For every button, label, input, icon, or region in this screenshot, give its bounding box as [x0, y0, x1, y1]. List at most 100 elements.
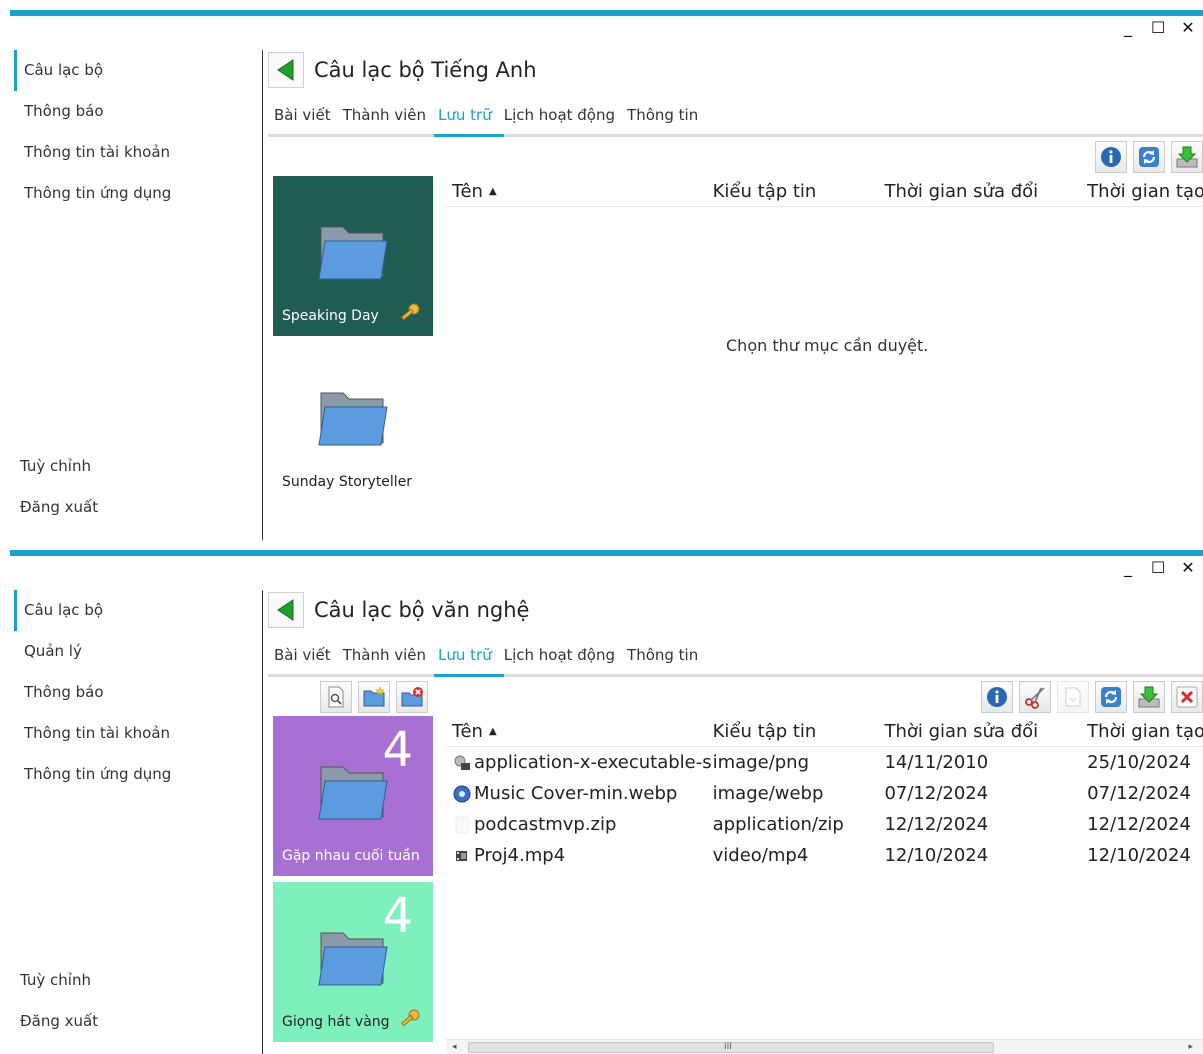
download-button[interactable]	[1133, 681, 1165, 713]
folder-icon	[318, 392, 388, 446]
sidebar: Câu lạc bộ Quản lý Thông báo Thông tin t…	[14, 590, 263, 1054]
page-title: Câu lạc bộ Tiếng Anh	[314, 58, 537, 82]
column-created-header[interactable]: Thời gian tạo	[1087, 721, 1203, 742]
sidebar-item-notifications[interactable]: Thông báo	[14, 672, 262, 713]
tab-schedule[interactable]: Lịch hoạt động	[504, 646, 615, 674]
file-created: 12/10/2024	[1087, 845, 1191, 866]
sidebar-item-manage[interactable]: Quản lý	[14, 631, 262, 672]
close-button[interactable]: ✕	[1181, 18, 1195, 37]
file-modified: 07/12/2024	[884, 783, 989, 804]
scroll-left-arrow[interactable]: ◂	[452, 1040, 457, 1054]
folder-tile[interactable]: 4 Giọng hát vàng	[273, 882, 433, 1042]
file-list-header: Tên ▲ Kiểu tập tin Thời gian sửa đổi Thời…	[446, 716, 1203, 747]
folder-icon	[318, 766, 388, 820]
maximize-button[interactable]: ☐	[1151, 558, 1165, 577]
storage-toolbar	[268, 137, 1203, 177]
file-row[interactable]: application-x-executable-s... image/png …	[446, 747, 1203, 778]
sidebar-item-notifications[interactable]: Thông báo	[14, 91, 262, 132]
tab-storage[interactable]: Lưu trữ	[434, 106, 504, 137]
info-button[interactable]	[1095, 141, 1127, 173]
file-name: podcastmvp.zip	[474, 814, 617, 835]
window-controls: _ ☐ ✕	[1121, 18, 1195, 37]
tab-posts[interactable]: Bài viết	[274, 106, 331, 134]
file-type: image/webp	[712, 783, 824, 804]
video-icon	[456, 850, 467, 861]
file-modified: 12/12/2024	[884, 814, 989, 835]
delete-button[interactable]	[1171, 681, 1203, 713]
tab-members[interactable]: Thành viên	[343, 646, 426, 674]
column-modified-header[interactable]: Thời gian sửa đổi	[884, 181, 1087, 202]
sidebar-item-settings[interactable]: Tuỳ chỉnh	[18, 446, 98, 487]
folder-name: Speaking Day	[282, 308, 379, 324]
file-created: 25/10/2024	[1087, 752, 1191, 773]
minimize-button[interactable]: _	[1121, 18, 1135, 37]
folder-tile[interactable]: Sunday Storyteller	[273, 342, 433, 502]
column-name-header[interactable]: Tên ▲	[446, 721, 713, 742]
executable-icon	[454, 755, 470, 770]
folder-list: Speaking Day Sunday Storyteller	[273, 176, 433, 508]
refresh-icon	[1101, 687, 1121, 707]
tab-posts[interactable]: Bài viết	[274, 646, 331, 674]
paste-button[interactable]	[1057, 681, 1089, 713]
maximize-button[interactable]: ☐	[1151, 18, 1165, 37]
sidebar-item-clubs[interactable]: Câu lạc bộ	[14, 50, 262, 91]
sidebar-item-account-info[interactable]: Thông tin tài khoản	[14, 713, 262, 754]
sidebar-item-account-info[interactable]: Thông tin tài khoản	[14, 132, 262, 173]
window-club-english: _ ☐ ✕ Câu lạc bộ Thông báo Thông tin tài…	[0, 0, 1203, 540]
scroll-right-arrow[interactable]: ▸	[1188, 1040, 1193, 1054]
refresh-button[interactable]	[1095, 681, 1127, 713]
scrollbar-grip: III	[724, 1042, 732, 1052]
window-controls: _ ☐ ✕	[1121, 558, 1195, 577]
main-panel: Câu lạc bộ văn nghệ Bài viết Thành viên …	[268, 588, 1203, 1054]
page-title: Câu lạc bộ văn nghệ	[314, 598, 530, 622]
sidebar-item-app-info[interactable]: Thông tin ứng dụng	[14, 173, 262, 214]
sidebar-item-logout[interactable]: Đăng xuất	[18, 487, 98, 528]
column-created-header[interactable]: Thời gian tạo	[1087, 181, 1203, 202]
minimize-button[interactable]: _	[1121, 558, 1135, 577]
file-row[interactable]: podcastmvp.zip application/zip 12/12/202…	[446, 809, 1203, 840]
file-row[interactable]: Proj4.mp4 video/mp4 12/10/2024 12/10/202…	[446, 840, 1203, 871]
folder-icon	[318, 932, 388, 986]
download-button[interactable]	[1171, 141, 1203, 173]
file-modified: 14/11/2010	[884, 752, 989, 773]
close-button[interactable]: ✕	[1181, 558, 1195, 577]
refresh-button[interactable]	[1133, 141, 1165, 173]
cut-button[interactable]	[1019, 681, 1051, 713]
folder-tile[interactable]: Speaking Day	[273, 176, 433, 336]
zip-icon	[455, 816, 469, 833]
tab-members[interactable]: Thành viên	[343, 106, 426, 134]
file-list: Tên ▲ Kiểu tập tin Thời gian sửa đổi Thời…	[446, 716, 1203, 1054]
column-type-header[interactable]: Kiểu tập tin	[713, 721, 885, 742]
tab-storage[interactable]: Lưu trữ	[434, 646, 504, 677]
sidebar-bottom: Tuỳ chỉnh Đăng xuất	[18, 960, 98, 1042]
folder-name: Giọng hát vàng	[282, 1014, 390, 1030]
document-search-icon	[328, 686, 344, 708]
key-icon	[401, 1009, 420, 1027]
back-button[interactable]	[268, 592, 304, 628]
sidebar-item-logout[interactable]: Đăng xuất	[18, 1001, 98, 1042]
column-name-header[interactable]: Tên ▲	[446, 181, 713, 202]
tab-schedule[interactable]: Lịch hoạt động	[504, 106, 615, 134]
folder-tile[interactable]: 4 Gặp nhau cuối tuần	[273, 716, 433, 876]
back-button[interactable]	[268, 52, 304, 88]
file-created: 07/12/2024	[1087, 783, 1191, 804]
sidebar-item-clubs[interactable]: Câu lạc bộ	[14, 590, 262, 631]
storage-toolbar	[268, 677, 1203, 717]
paste-icon	[1065, 687, 1081, 707]
view-folder-button[interactable]	[320, 681, 352, 713]
page-header: Câu lạc bộ văn nghệ	[268, 588, 1203, 632]
delete-folder-button[interactable]	[396, 681, 428, 713]
sidebar-item-settings[interactable]: Tuỳ chỉnh	[18, 960, 98, 1001]
refresh-icon	[1139, 147, 1159, 167]
sidebar-item-app-info[interactable]: Thông tin ứng dụng	[14, 754, 262, 795]
info-button[interactable]	[981, 681, 1013, 713]
file-type: image/png	[712, 752, 810, 773]
horizontal-scrollbar[interactable]: ◂ III ▸	[446, 1039, 1203, 1054]
file-row[interactable]: Music Cover-min.webp image/webp 07/12/20…	[446, 778, 1203, 809]
tab-info[interactable]: Thông tin	[627, 106, 698, 134]
new-folder-button[interactable]	[358, 681, 390, 713]
tab-info[interactable]: Thông tin	[627, 646, 698, 674]
column-modified-header[interactable]: Thời gian sửa đổi	[884, 721, 1087, 742]
back-arrow-icon	[277, 599, 294, 621]
column-type-header[interactable]: Kiểu tập tin	[713, 181, 885, 202]
